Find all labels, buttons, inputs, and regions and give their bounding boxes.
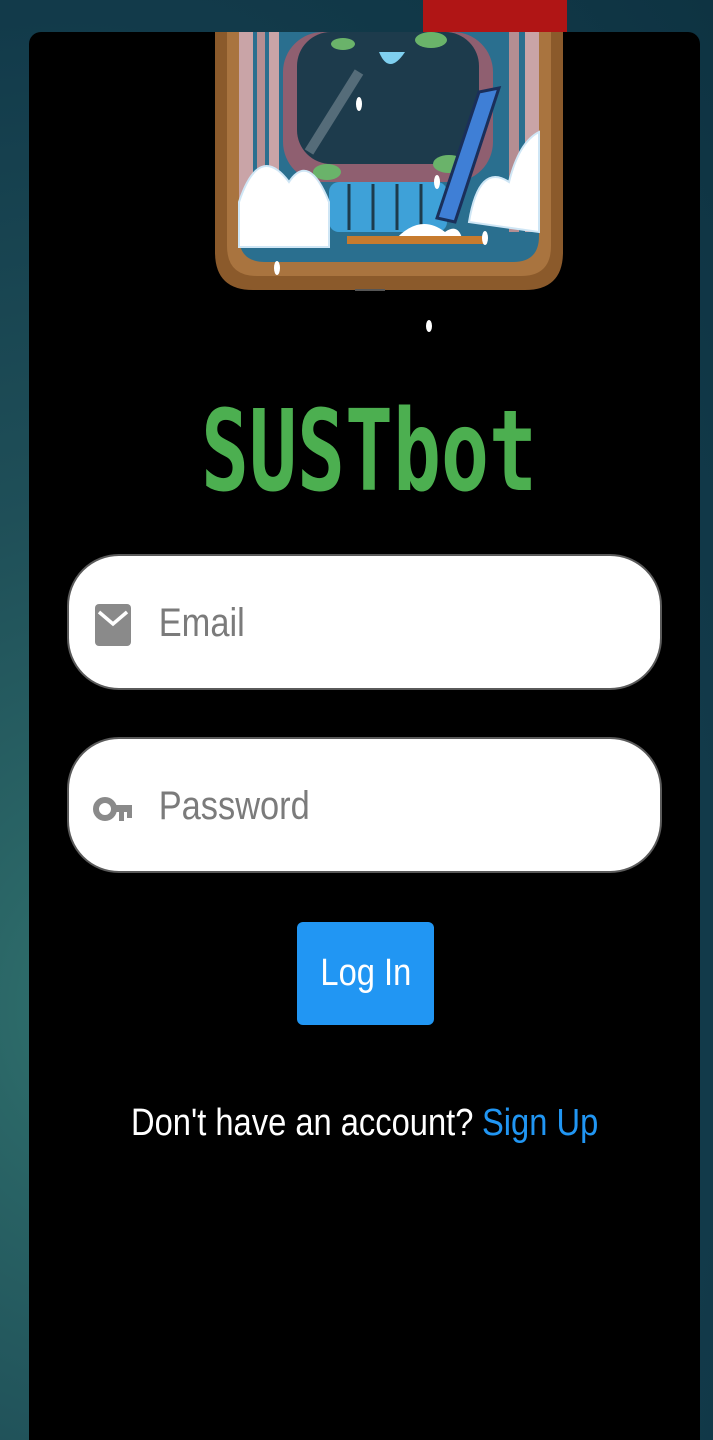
signup-link[interactable]: Sign Up [482,1102,598,1144]
envelope-icon [95,604,131,646]
signup-row: Don't have an account? Sign Up [29,1102,700,1145]
password-input[interactable] [157,777,565,835]
email-input[interactable] [157,594,565,652]
mascot-robot-image [215,32,563,332]
key-icon [93,797,132,821]
signup-prompt: Don't have an account? [130,1102,474,1144]
app-logo: SUSTbot [201,387,537,504]
password-field[interactable] [67,737,662,873]
login-button[interactable]: Log In [297,922,434,1025]
email-field[interactable] [67,554,662,690]
top-red-accent-bar [423,0,567,32]
app-logo-text: SUSTbot [201,387,537,504]
login-button-label: Log In [320,952,411,994]
login-card: SUSTbot Log In Don't have an account?Sig… [29,32,700,1440]
